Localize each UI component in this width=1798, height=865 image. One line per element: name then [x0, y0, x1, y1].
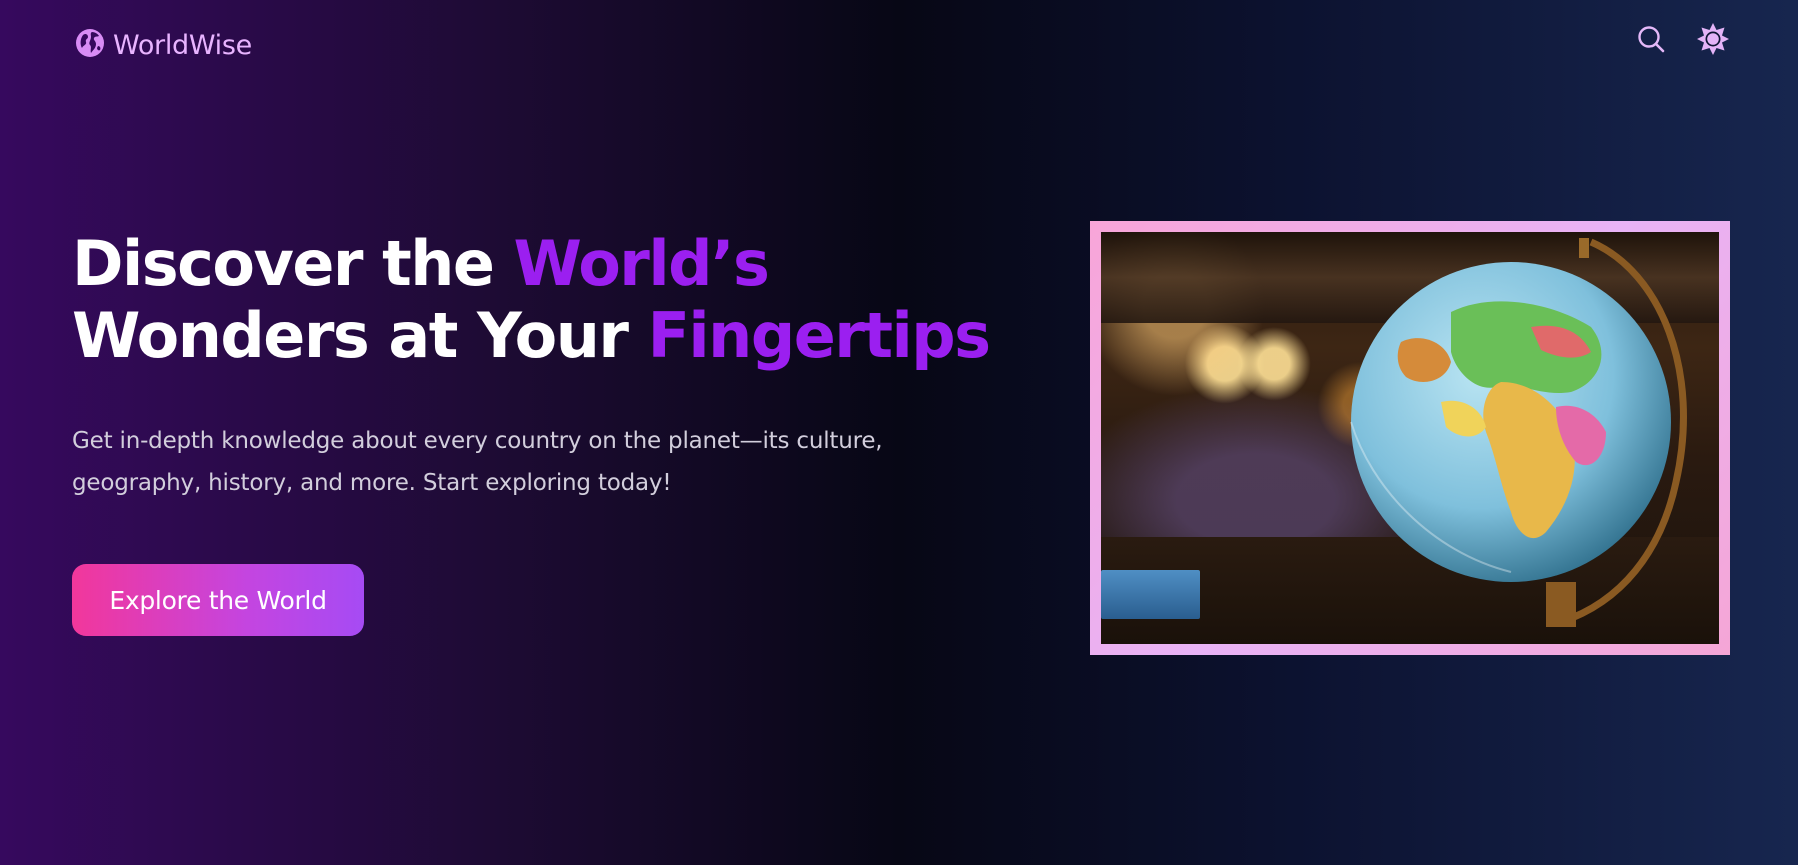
- nav-actions: [1634, 22, 1730, 60]
- headline-line1-plain: Discover the: [72, 227, 514, 300]
- globe-illustration: [1350, 238, 1687, 627]
- theme-toggle-button[interactable]: [1696, 22, 1730, 60]
- headline-line2-accent: Fingertips: [647, 299, 991, 372]
- hero-section: Discover the World’s Wonders at Your Fin…: [72, 228, 1032, 636]
- headline-line2-plain: Wonders at Your: [72, 299, 648, 372]
- globe-photo: [1101, 232, 1719, 644]
- hero-image-frame: [1090, 221, 1730, 655]
- headline-line1-accent: World’s: [513, 227, 770, 300]
- top-navbar: WorldWise: [0, 0, 1798, 88]
- explore-world-button[interactable]: Explore the World: [72, 564, 364, 636]
- search-icon: [1636, 24, 1666, 58]
- globe-icon: [74, 27, 106, 63]
- brand-logo-link[interactable]: WorldWise: [74, 27, 252, 63]
- hero-headline: Discover the World’s Wonders at Your Fin…: [72, 228, 1032, 372]
- brand-name: WorldWise: [113, 29, 252, 61]
- hero-subtitle: Get in-depth knowledge about every count…: [72, 428, 883, 496]
- search-button[interactable]: [1634, 24, 1668, 58]
- sun-icon: [1696, 22, 1730, 60]
